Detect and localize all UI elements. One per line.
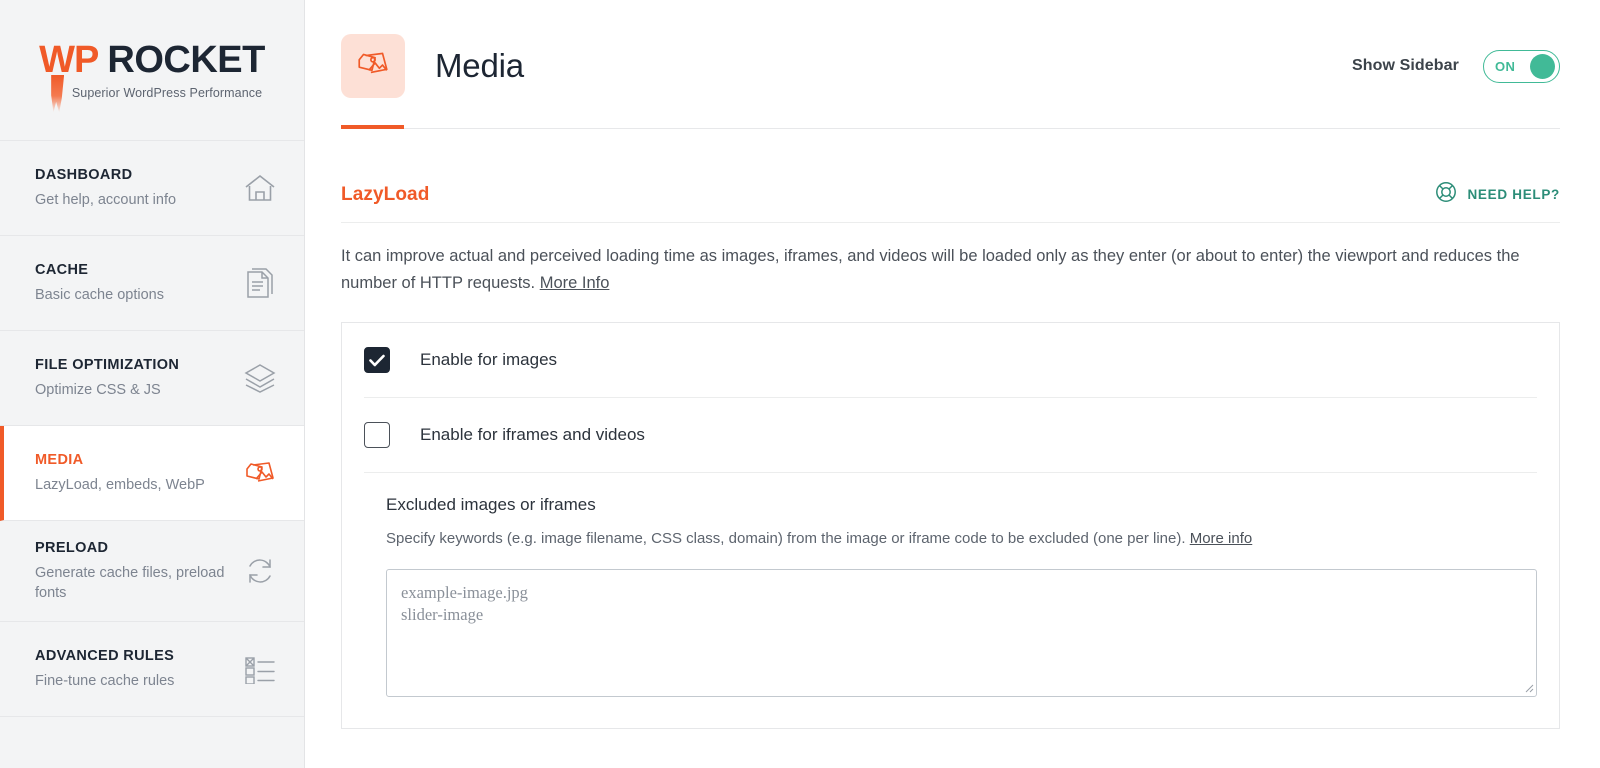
option-row-enable-images[interactable]: Enable for images	[364, 323, 1537, 399]
more-info-link[interactable]: More Info	[540, 274, 610, 292]
excluded-images-field: Excluded images or iframes Specify keywo…	[364, 473, 1537, 728]
logo-wp-text: WP	[39, 38, 99, 81]
sidebar-item-title: PRELOAD	[35, 540, 109, 556]
media-icon	[240, 458, 280, 488]
sidebar-item-advanced-rules[interactable]: ADVANCED RULES Fine-tune cache rules	[0, 622, 304, 718]
excluded-textarea-wrapper	[386, 568, 1537, 702]
logo-wordmark: WP ROCKET	[39, 38, 265, 113]
refresh-icon	[240, 555, 280, 587]
sidebar-item-title: FILE OPTIMIZATION	[35, 357, 180, 374]
option-row-enable-iframes[interactable]: Enable for iframes and videos	[364, 398, 1537, 474]
rocket-flame-icon	[51, 74, 65, 113]
enable-iframes-checkbox[interactable]	[364, 422, 390, 449]
sidebar: WP ROCKET Superior WordPress Performance…	[0, 0, 305, 768]
enable-images-label: Enable for images	[420, 350, 558, 370]
sidebar-item-preload[interactable]: PRELOAD Generate cache files, preload fo…	[0, 521, 304, 623]
enable-iframes-label: Enable for iframes and videos	[420, 425, 645, 445]
excluded-description-text: Specify keywords (e.g. image filename, C…	[386, 530, 1186, 548]
lazyload-options-card: Enable for images Enable for iframes and…	[341, 322, 1560, 729]
wp-rocket-settings-page: WP ROCKET Superior WordPress Performance…	[0, 0, 1600, 768]
excluded-field-title: Excluded images or iframes	[386, 495, 596, 515]
sidebar-item-file-optimization[interactable]: FILE OPTIMIZATION Optimize CSS & JS	[0, 331, 304, 426]
header-actions: Show Sidebar ON	[1352, 49, 1560, 83]
excluded-more-info-link[interactable]: More info	[1190, 530, 1253, 547]
sidebar-item-title: DASHBOARD	[35, 167, 133, 184]
sidebar-item-title: CACHE	[35, 262, 89, 279]
section-header: LazyLoad NEED HELP?	[341, 129, 1560, 223]
logo-rocket-text: ROCKET	[107, 38, 265, 81]
brand-logo: WP ROCKET Superior WordPress Performance	[0, 0, 304, 140]
enable-images-checkbox[interactable]	[364, 347, 390, 374]
document-icon	[240, 266, 280, 300]
need-help-button[interactable]: NEED HELP?	[1435, 181, 1560, 208]
toggle-state-label: ON	[1495, 58, 1516, 74]
need-help-label: NEED HELP?	[1467, 187, 1560, 202]
toggle-knob	[1530, 53, 1555, 79]
main-content: Media Show Sidebar ON LazyLoad NEED HELP…	[305, 0, 1600, 768]
logo-tagline: Superior WordPress Performance	[71, 85, 263, 100]
sidebar-item-subtitle: Generate cache files, preload fonts	[35, 564, 225, 601]
section-description-text: It can improve actual and perceived load…	[341, 247, 1520, 292]
sidebar-item-cache[interactable]: CACHE Basic cache options	[0, 236, 304, 331]
page-header: Media Show Sidebar ON	[305, 0, 1600, 98]
sidebar-item-subtitle: Fine-tune cache rules	[35, 672, 175, 689]
page-title: Media	[435, 47, 524, 84]
layers-icon	[240, 362, 280, 394]
home-icon	[240, 172, 280, 204]
sidebar-item-dashboard[interactable]: DASHBOARD Get help, account info	[0, 141, 304, 236]
section-description: It can improve actual and perceived load…	[341, 243, 1536, 296]
checklist-icon	[240, 654, 280, 685]
sidebar-item-subtitle: Get help, account info	[35, 191, 177, 208]
excluded-images-textarea[interactable]	[386, 568, 1537, 697]
sidebar-nav: DASHBOARD Get help, account info CACHE B…	[0, 140, 304, 718]
sidebar-item-subtitle: Basic cache options	[35, 286, 164, 303]
excluded-field-description: Specify keywords (e.g. image filename, C…	[386, 528, 1537, 551]
page-icon-badge	[341, 34, 405, 98]
lifebuoy-icon	[1435, 181, 1457, 208]
lazyload-section: LazyLoad NEED HELP? It can improve actua…	[305, 129, 1600, 729]
sidebar-item-subtitle: Optimize CSS & JS	[35, 381, 161, 398]
show-sidebar-toggle[interactable]: ON	[1483, 49, 1560, 83]
tab-active-indicator	[341, 125, 404, 129]
section-title: LazyLoad	[341, 183, 430, 205]
sidebar-item-title: MEDIA	[35, 452, 84, 469]
sidebar-item-subtitle: LazyLoad, embeds, WebP	[35, 476, 205, 493]
tab-bar	[341, 125, 1560, 129]
show-sidebar-label: Show Sidebar	[1352, 57, 1459, 74]
sidebar-item-title: ADVANCED RULES	[35, 648, 175, 665]
media-icon	[355, 48, 391, 85]
sidebar-item-media[interactable]: MEDIA LazyLoad, embeds, WebP	[0, 426, 304, 521]
